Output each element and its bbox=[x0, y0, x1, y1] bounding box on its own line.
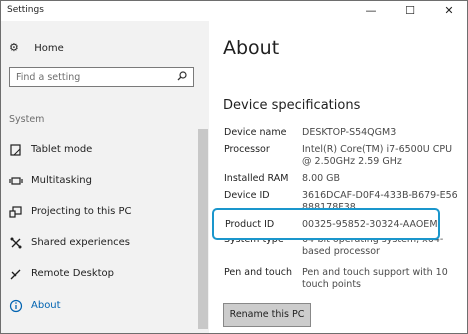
sidebar-item-label: Remote Desktop bbox=[31, 268, 115, 279]
sidebar-item-tablet-mode[interactable]: Tablet mode bbox=[9, 141, 199, 161]
search-input[interactable]: Find a setting bbox=[9, 67, 194, 87]
search-icon bbox=[177, 71, 187, 81]
minimize-button[interactable]: — bbox=[357, 2, 385, 20]
spec-value-product-id: 00325-95852-30324-AAOEM bbox=[302, 219, 438, 230]
spec-value-processor: Intel(R) Core(TM) i7-6500U CPU @ 2.50GHz… bbox=[302, 144, 453, 167]
sidebar-item-shared-experiences[interactable]: Shared experiences bbox=[9, 234, 199, 254]
sidebar-item-about[interactable]: About bbox=[9, 297, 199, 317]
spec-value-installed-ram: 8.00 GB bbox=[302, 173, 341, 184]
sidebar-item-label: About bbox=[31, 300, 61, 311]
spec-label-processor: Processor bbox=[224, 144, 270, 155]
sidebar-item-label: Projecting to this PC bbox=[31, 206, 132, 217]
sidebar-item-label: Multitasking bbox=[31, 175, 92, 186]
sidebar-item-remote-desktop[interactable]: Remote Desktop bbox=[9, 265, 199, 285]
multitasking-icon bbox=[9, 177, 23, 185]
search-placeholder: Find a setting bbox=[16, 72, 81, 83]
rename-pc-button[interactable]: Rename this PC bbox=[223, 303, 311, 327]
tablet-mode-icon bbox=[10, 144, 21, 156]
info-icon bbox=[9, 299, 23, 313]
close-button[interactable]: ✕ bbox=[435, 2, 463, 20]
section-header-system: System bbox=[9, 114, 45, 125]
spec-label-device-name: Device name bbox=[224, 127, 287, 138]
sidebar-item-multitasking[interactable]: Multitasking bbox=[9, 172, 199, 192]
main-content: About Device specifications Device name … bbox=[209, 21, 467, 333]
window-title: Settings bbox=[7, 5, 44, 15]
shared-experiences-icon bbox=[10, 237, 22, 249]
spec-label-pen-touch: Pen and touch bbox=[224, 267, 292, 278]
spec-value-pen-touch: Pen and touch support with 10 touch poin… bbox=[302, 267, 448, 290]
settings-gear-icon: ⚙ bbox=[9, 41, 19, 54]
home-label: Home bbox=[34, 43, 64, 54]
title-bar[interactable]: Settings — ☐ ✕ bbox=[1, 1, 467, 21]
page-title: About bbox=[223, 37, 280, 59]
spec-label-device-id: Device ID bbox=[224, 190, 270, 201]
spec-label-installed-ram: Installed RAM bbox=[224, 173, 289, 184]
projecting-icon bbox=[9, 206, 22, 218]
sidebar-item-label: Shared experiences bbox=[31, 237, 131, 248]
spec-label-product-id: Product ID bbox=[225, 219, 275, 230]
maximize-button[interactable]: ☐ bbox=[396, 2, 424, 20]
spec-value-device-name: DESKTOP-S54QGM3 bbox=[302, 127, 397, 138]
sidebar-item-projecting[interactable]: Projecting to this PC bbox=[9, 203, 199, 223]
product-id-highlight: Product ID 00325-95852-30324-AAOEM bbox=[212, 208, 440, 240]
home-nav[interactable]: ⚙ Home bbox=[9, 41, 64, 54]
sidebar-scrollbar[interactable] bbox=[198, 129, 208, 329]
sidebar-item-label: Tablet mode bbox=[31, 144, 93, 155]
settings-window: Settings — ☐ ✕ ⚙ Home Find a setting Sys… bbox=[0, 0, 468, 334]
device-specifications-heading: Device specifications bbox=[223, 98, 361, 113]
remote-desktop-icon bbox=[10, 269, 21, 280]
